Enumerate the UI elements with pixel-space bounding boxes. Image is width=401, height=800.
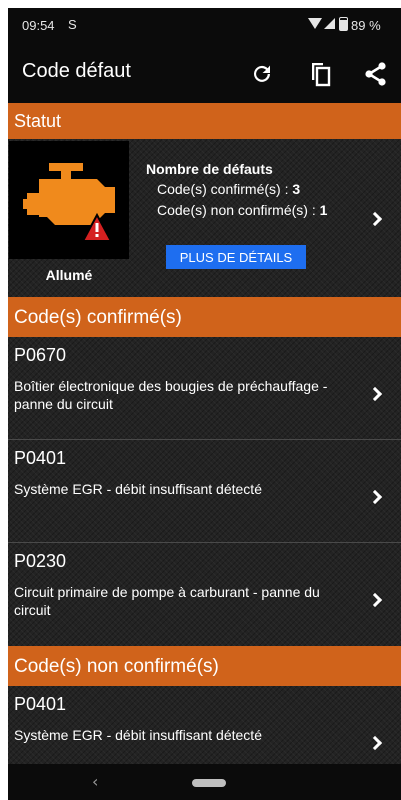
fault-description: Boîtier électronique des bougies de préc…	[14, 378, 328, 412]
fault-code-row[interactable]: P0670 Boîtier électronique des bougies d…	[8, 337, 401, 440]
copy-button[interactable]	[304, 58, 336, 90]
fault-description: Circuit primaire de pompe à carburant - …	[14, 584, 320, 618]
fault-code-row[interactable]: P0401 Système EGR - débit insuffisant dé…	[8, 440, 401, 543]
chevron-right-icon[interactable]	[367, 211, 383, 227]
back-icon[interactable]: ‹	[92, 772, 98, 791]
home-pill-icon[interactable]	[192, 779, 226, 787]
fault-count-title: Nombre de défauts	[146, 161, 273, 177]
refresh-icon	[254, 65, 270, 82]
share-icon	[365, 62, 386, 86]
sim-icon: S	[68, 17, 77, 32]
refresh-button[interactable]	[246, 58, 278, 90]
status-panel[interactable]: Allumé Nombre de défauts Code(s) confirm…	[8, 139, 401, 297]
page-title: Code défaut	[22, 60, 131, 82]
fault-code: P0401	[14, 694, 67, 714]
chevron-right-icon[interactable]	[367, 386, 383, 402]
app-bar: Code défaut	[8, 42, 401, 103]
status-time: 09:54	[22, 18, 55, 33]
fault-code-row[interactable]: P0230 Circuit primaire de pompe à carbur…	[8, 543, 401, 646]
confirmed-count-value: 3	[292, 181, 301, 197]
status-bar: 09:54 S 89 %	[8, 8, 401, 42]
signal-icon	[324, 18, 335, 29]
status-section-title: Statut	[14, 111, 62, 131]
fault-description: Système EGR - débit insuffisant détecté	[14, 727, 262, 743]
confirmed-count-line: Code(s) confirmé(s) : 3	[157, 181, 300, 197]
battery-level: 89 %	[351, 18, 381, 33]
check-engine-warning-icon	[23, 163, 115, 242]
chevron-right-icon[interactable]	[367, 489, 383, 505]
unconfirmed-section-title: Code(s) non confirmé(s)	[14, 656, 219, 677]
battery-icon	[339, 17, 348, 31]
confirmed-count-label: Code(s) confirmé(s) :	[157, 181, 289, 197]
chevron-right-icon[interactable]	[367, 735, 383, 751]
screenshot-border	[0, 0, 401, 8]
fault-code: P0401	[14, 448, 67, 468]
chevron-right-icon[interactable]	[367, 592, 383, 608]
engine-state-label: Allumé	[45, 267, 93, 283]
unconfirmed-count-line: Code(s) non confirmé(s) : 1	[157, 202, 327, 218]
engine-status-box	[9, 141, 129, 259]
fault-description: Système EGR - débit insuffisant détecté	[14, 481, 262, 497]
copy-icon	[312, 63, 331, 87]
confirmed-section-title: Code(s) confirmé(s)	[14, 307, 182, 328]
confirmed-section-header: Code(s) confirmé(s)	[8, 297, 401, 337]
fault-code: P0230	[14, 551, 67, 571]
unconfirmed-section-header: Code(s) non confirmé(s)	[8, 646, 401, 686]
fault-code: P0670	[14, 345, 67, 365]
app-screen: 09:54 S 89 % Code défaut Statut Allumé N…	[8, 8, 401, 800]
status-section-header: Statut	[8, 103, 401, 139]
system-nav-bar: ‹	[8, 764, 401, 800]
fault-code-row[interactable]: P0401 Système EGR - débit insuffisant dé…	[8, 686, 401, 764]
more-details-button[interactable]: PLUS DE DÉTAILS	[166, 245, 306, 269]
wifi-icon	[308, 18, 322, 29]
share-button[interactable]	[360, 58, 392, 90]
unconfirmed-count-label: Code(s) non confirmé(s) :	[157, 202, 316, 218]
unconfirmed-count-value: 1	[319, 202, 328, 218]
